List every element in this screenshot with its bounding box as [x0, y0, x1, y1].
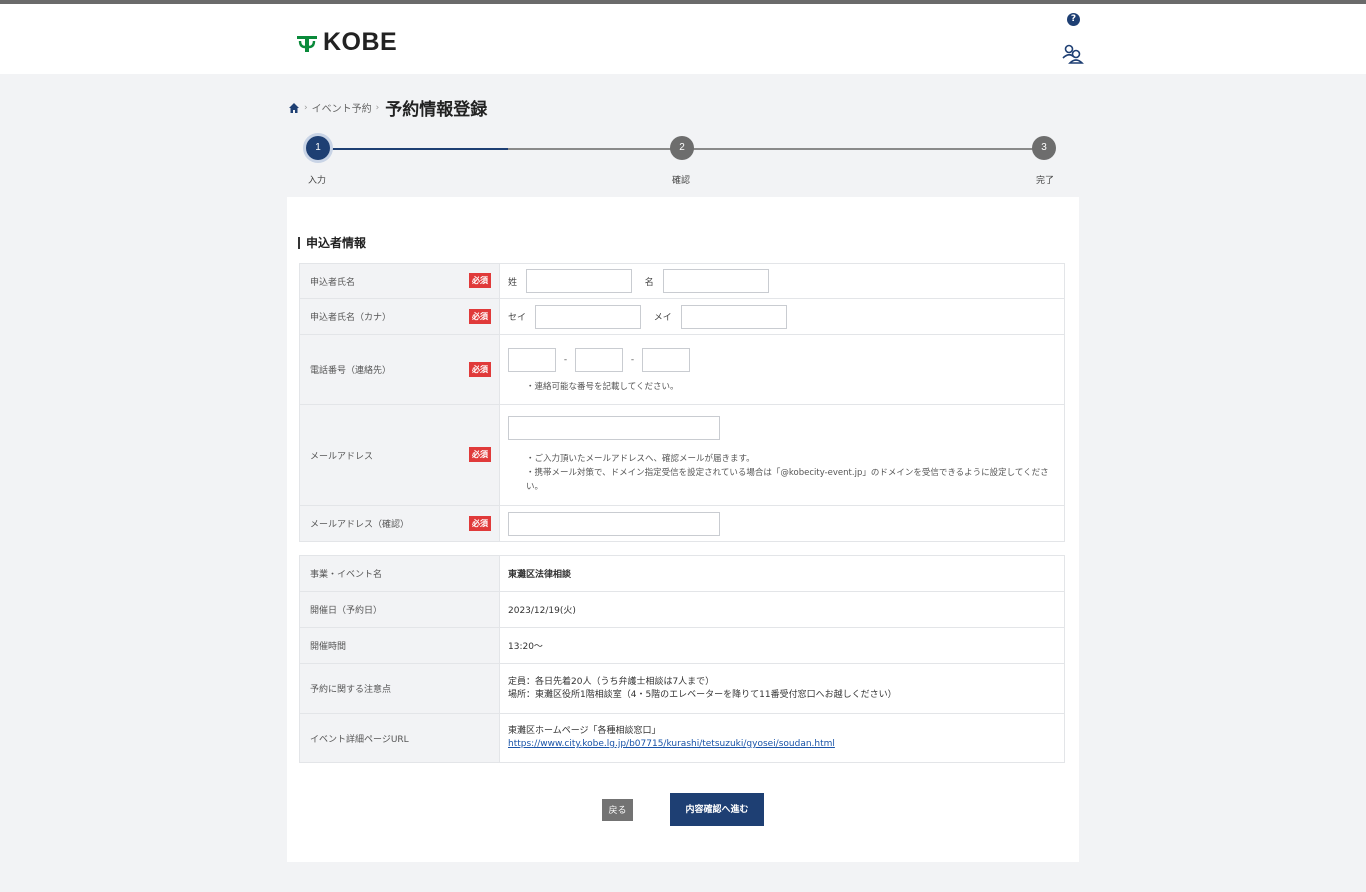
breadcrumb-separator: ›	[304, 102, 308, 113]
phone-part2-input[interactable]	[575, 347, 623, 372]
first-name-kana-input[interactable]	[680, 304, 787, 329]
kana-value-cell: セイ メイ	[499, 298, 1065, 335]
phone-label: 電話番号（連絡先）	[310, 366, 392, 376]
last-name-input[interactable]	[525, 269, 632, 293]
section-title-text: 申込者情報	[306, 236, 367, 250]
required-badge: 必須	[469, 447, 491, 462]
last-name-kana-label: セイ	[508, 313, 527, 323]
kana-label-cell: 申込者氏名（カナ） 必須	[299, 298, 500, 335]
email-value-cell: ・ご入力頂いたメールアドレスへ、確認メールが届きます。 ・携帯メール対策で、ドメ…	[499, 404, 1065, 506]
breadcrumb-parent[interactable]: イベント予約	[312, 100, 372, 115]
table-row: 電話番号（連絡先） 必須 - - ・連絡可能な番号を記載してください。	[299, 334, 1065, 405]
event-notes-line-1: 定員：各日先着20人（うち弁護士相談は7人まで）	[508, 676, 715, 687]
email-note-1: ・ご入力頂いたメールアドレスへ、確認メールが届きます。	[526, 454, 755, 464]
step-2-dot: 2	[670, 136, 694, 160]
email-confirm-label-cell: メールアドレス（確認） 必須	[299, 505, 500, 542]
event-url-value: 東灘区ホームページ「各種相談窓口」 https://www.city.kobe.…	[499, 713, 1065, 763]
email-input[interactable]	[508, 416, 720, 440]
phone-part3-input[interactable]	[642, 347, 690, 372]
event-url-label: イベント詳細ページURL	[299, 713, 500, 763]
email-label-cell: メールアドレス 必須	[299, 404, 500, 506]
home-icon[interactable]	[288, 102, 300, 114]
applicant-form-table: 申込者氏名 必須 姓 名 申込者氏名（カナ） 必須 セイ メイ 電話番号（連絡先…	[299, 263, 1065, 542]
required-badge: 必須	[469, 273, 491, 288]
event-notes-line-2: 場所：東灘区役所1階相談室（4・5階のエレベーターを降りて11番受付窓口へお越し…	[508, 689, 897, 700]
table-row: 申込者氏名 必須 姓 名	[299, 263, 1065, 299]
phone-value-cell: - - ・連絡可能な番号を記載してください。	[499, 334, 1065, 405]
event-name-value: 東灘区法律相談	[499, 555, 1065, 592]
table-row: 申込者氏名（カナ） 必須 セイ メイ	[299, 298, 1065, 335]
phone-label-cell: 電話番号（連絡先） 必須	[299, 334, 500, 405]
step-line-done	[318, 148, 508, 150]
first-name-label: 名	[644, 277, 654, 288]
first-name-kana-label: メイ	[653, 313, 672, 323]
required-badge: 必須	[469, 361, 491, 377]
step-3-label: 完了	[1036, 176, 1055, 186]
email-label: メールアドレス	[310, 451, 374, 462]
last-name-kana-input[interactable]	[534, 304, 641, 329]
event-date-value: 2023/12/19(火)	[499, 591, 1065, 628]
site-header: KOBE ?	[0, 4, 1366, 74]
section-title-bar	[298, 236, 300, 249]
progress-stepper: 1 2 3 入力 確認 完了	[300, 136, 1060, 186]
required-badge: 必須	[469, 308, 491, 324]
kobe-logo[interactable]: KOBE	[295, 28, 397, 57]
step-2-label: 確認	[672, 176, 691, 186]
breadcrumb-separator: ›	[375, 102, 380, 113]
event-name-label: 事業・イベント名	[299, 555, 500, 592]
table-row: イベント詳細ページURL 東灘区ホームページ「各種相談窓口」 https://w…	[299, 713, 1065, 763]
first-name-input[interactable]	[662, 269, 769, 293]
table-row: メールアドレス 必須 ・ご入力頂いたメールアドレスへ、確認メールが届きます。 ・…	[299, 404, 1065, 506]
confirm-button[interactable]: 内容確認へ進む	[670, 793, 764, 826]
table-row: メールアドレス（確認） 必須	[299, 505, 1065, 542]
step-1-dot: 1	[306, 136, 330, 160]
back-button[interactable]: 戻る	[602, 799, 633, 821]
table-row: 開催時間 13:20～	[299, 627, 1065, 664]
people-icon[interactable]	[1061, 42, 1085, 66]
name-label-cell: 申込者氏名 必須	[299, 263, 500, 299]
last-name-label: 姓	[508, 277, 518, 288]
phone-note: ・連絡可能な番号を記載してください。	[526, 381, 679, 392]
table-row: 予約に関する注意点 定員：各日先着20人（うち弁護士相談は7人まで） 場所：東灘…	[299, 663, 1065, 714]
event-detail-link[interactable]: https://www.city.kobe.lg.jp/b07715/kuras…	[508, 738, 1064, 751]
section-title: 申込者情報	[298, 234, 366, 251]
kobe-city-mark-icon	[297, 35, 317, 52]
phone-dash: -	[563, 354, 568, 365]
email-confirm-input[interactable]	[508, 511, 720, 536]
name-label: 申込者氏名	[310, 277, 356, 288]
step-line-pending	[508, 148, 1048, 150]
table-row: 開催日（予約日） 2023/12/19(火)	[299, 591, 1065, 628]
event-notes-label: 予約に関する注意点	[299, 663, 500, 714]
required-badge: 必須	[469, 515, 491, 531]
step-1-label: 入力	[308, 176, 327, 186]
phone-dash: -	[630, 354, 635, 365]
event-url-title: 東灘区ホームページ「各種相談窓口」	[508, 726, 661, 736]
event-time-label: 開催時間	[299, 627, 500, 664]
email-note-2: ・携帯メール対策で、ドメイン指定受信を設定されている場合は「@kobecity-…	[526, 468, 1049, 492]
page-title: 予約情報登録	[385, 100, 488, 120]
table-row: 事業・イベント名 東灘区法律相談	[299, 555, 1065, 592]
step-3-dot: 3	[1032, 136, 1056, 160]
logo-text: KOBE	[323, 28, 398, 56]
event-notes-value: 定員：各日先着20人（うち弁護士相談は7人まで） 場所：東灘区役所1階相談室（4…	[499, 663, 1065, 714]
name-value-cell: 姓 名	[499, 263, 1065, 299]
kana-label: 申込者氏名（カナ）	[310, 313, 392, 323]
event-time-value: 13:20～	[499, 627, 1065, 664]
event-date-label: 開催日（予約日）	[299, 591, 500, 628]
phone-part1-input[interactable]	[508, 347, 556, 372]
event-info-table: 事業・イベント名 東灘区法律相談 開催日（予約日） 2023/12/19(火) …	[299, 555, 1065, 763]
email-confirm-label: メールアドレス（確認）	[310, 520, 410, 530]
question-circle-icon[interactable]: ?	[1067, 13, 1080, 26]
email-confirm-value-cell	[499, 505, 1065, 542]
breadcrumb: › イベント予約 › 予約情報登録	[288, 95, 487, 120]
